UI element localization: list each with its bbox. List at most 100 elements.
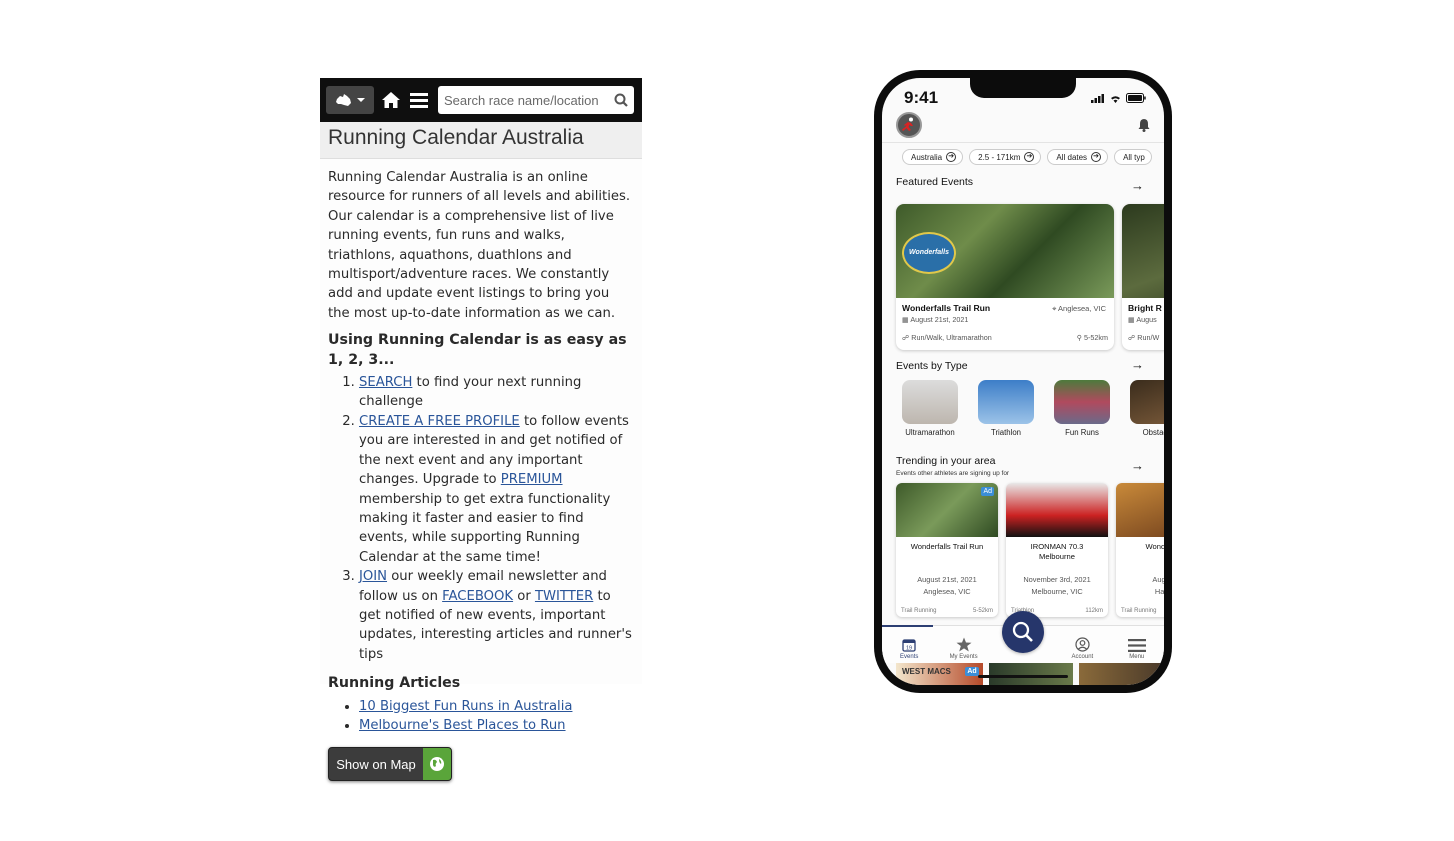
- event-date: August 2: [1152, 575, 1164, 584]
- twitter-link[interactable]: TWITTER: [535, 589, 593, 604]
- status-icons: [1091, 93, 1146, 103]
- event-location: Anglesea, VIC: [923, 587, 971, 596]
- types-text: Run/W: [1137, 333, 1160, 342]
- caret-down-icon: [357, 98, 365, 102]
- chip-label: Australia: [911, 152, 943, 162]
- event-location: Melbourne, VIC: [1031, 587, 1083, 596]
- arrow-right-icon: ➔: [1091, 152, 1102, 162]
- type-tile-obstacle[interactable]: Obstacle: [1130, 380, 1164, 437]
- strip-tile: [988, 663, 1074, 685]
- types-text: Run/Walk, Ultramarathon: [911, 333, 992, 342]
- filter-chip-types[interactable]: All typ: [1114, 149, 1152, 165]
- facebook-link[interactable]: FACEBOOK: [442, 589, 513, 604]
- event-photo: Wonderfalls: [896, 204, 1114, 298]
- event-meta: Trail Running: [1121, 608, 1164, 614]
- event-types: ☍ Run/W: [1128, 333, 1160, 342]
- create-profile-link[interactable]: CREATE A FREE PROFILE: [359, 414, 520, 429]
- article-item: Melbourne's Best Places to Run: [359, 716, 634, 735]
- menu-icon[interactable]: [408, 89, 430, 111]
- tab-account[interactable]: Account: [1057, 637, 1107, 660]
- event-meta: ☍ Run/Walk, Ultramarathon ⚲ 5-52km: [902, 333, 1108, 342]
- signal-icon: [1091, 93, 1104, 103]
- filter-chip-distance[interactable]: 2.5 - 171km ➔: [969, 149, 1042, 165]
- event-location: ⌖ Anglesea, VIC: [1052, 304, 1106, 313]
- featured-card[interactable]: Wonderfalls Wonderfalls Trail Run ⌖ Angl…: [896, 204, 1114, 350]
- event-name: Wonde Gran: [1145, 542, 1164, 551]
- step-item: JOIN our weekly email newsletter and fol…: [359, 567, 634, 664]
- tab-my-events[interactable]: My Events: [939, 637, 989, 660]
- articles-heading: Running Articles: [328, 675, 461, 692]
- type-image: [1054, 380, 1110, 424]
- show-on-map-button[interactable]: Show on Map: [328, 747, 452, 782]
- tab-menu[interactable]: Menu: [1112, 639, 1162, 660]
- country-selector[interactable]: [326, 86, 374, 114]
- filter-chip-dates[interactable]: All dates ➔: [1047, 149, 1109, 165]
- event-type: Trail Running: [1121, 608, 1157, 614]
- tab-label: Menu: [1129, 654, 1145, 660]
- filter-chip-location[interactable]: Australia ➔: [902, 149, 964, 165]
- distance-text: 5-52km: [1084, 333, 1108, 342]
- featured-see-all-icon[interactable]: →: [1131, 178, 1144, 193]
- event-distance: 5-52km: [972, 608, 993, 614]
- app-header: [896, 112, 1150, 138]
- search-icon[interactable]: [614, 93, 628, 107]
- type-label: Triathlon: [990, 428, 1022, 437]
- event-logo-badge: Wonderfalls: [902, 232, 956, 274]
- step-text: or: [513, 588, 535, 604]
- star-icon: [956, 637, 972, 652]
- premium-link[interactable]: PREMIUM: [501, 472, 563, 487]
- home-icon[interactable]: [380, 89, 402, 111]
- event-info: Bright R ▦ Augus ☍ Run/W: [1122, 298, 1164, 347]
- search-bar: [438, 86, 634, 114]
- strip-tile: WEST MACS Ad: [896, 663, 983, 685]
- event-date: August 21st, 2021: [917, 575, 977, 584]
- featured-card[interactable]: Bright R ▦ Augus ☍ Run/W: [1122, 204, 1164, 350]
- type-label: Obstacle: [1142, 428, 1164, 437]
- app-logo[interactable]: [896, 112, 922, 138]
- svg-text:19: 19: [906, 646, 912, 652]
- type-tile-triathlon[interactable]: Triathlon: [978, 380, 1034, 437]
- article-link[interactable]: Melbourne's Best Places to Run: [359, 718, 566, 733]
- trending-see-all-icon[interactable]: →: [1131, 458, 1144, 473]
- trending-card[interactable]: Ad Wonderfalls Trail Run August 21st, 20…: [896, 483, 998, 617]
- event-name: Wonderfalls Trail Run: [910, 542, 984, 551]
- ad-badge: Ad: [981, 487, 994, 496]
- event-distance: 112km: [1085, 608, 1103, 614]
- event-photo: [1122, 204, 1164, 298]
- tab-label: My Events: [949, 654, 978, 660]
- search-fab-button[interactable]: [1002, 611, 1044, 653]
- bell-icon[interactable]: [1138, 118, 1150, 132]
- howto-heading: Using Running Calendar is as easy as 1, …: [328, 332, 627, 368]
- type-image: [978, 380, 1034, 424]
- article-link[interactable]: 10 Biggest Fun Runs in Australia: [359, 699, 572, 714]
- site-content: Running Calendar Australia is an online …: [320, 159, 642, 782]
- ad-badge: Ad: [965, 667, 979, 676]
- event-location: Halls G: [1154, 587, 1164, 596]
- wifi-icon: [1111, 95, 1120, 103]
- divider: [882, 142, 1164, 143]
- search-link[interactable]: SEARCH: [359, 375, 412, 390]
- event-types: ☍ Run/Walk, Ultramarathon: [902, 333, 992, 342]
- trending-card[interactable]: Wonde Gran August 2 Halls G Trail Runnin…: [1116, 483, 1164, 617]
- strip-text: WEST MACS: [902, 667, 951, 676]
- date-text: August 21st, 2021: [910, 315, 969, 324]
- tab-events[interactable]: 19 Events: [884, 638, 934, 660]
- join-link[interactable]: JOIN: [359, 569, 387, 584]
- types-see-all-icon[interactable]: →: [1131, 357, 1144, 372]
- location-text: Anglesea, VIC: [1058, 304, 1106, 313]
- article-item: 10 Biggest Fun Runs in Australia: [359, 697, 634, 716]
- arrow-right-icon: ➔: [946, 152, 957, 162]
- event-date: November 3rd, 2021: [1023, 575, 1091, 584]
- event-distance: ⚲ 5-52km: [1076, 333, 1108, 342]
- event-meta: Trail Running 5-52km: [901, 608, 993, 614]
- trending-card[interactable]: IRONMAN 70.3 Melbourne November 3rd, 202…: [1006, 483, 1108, 617]
- phone-frame: 9:41 Australia ➔ 2.5 - 171km ➔ All dates ➔ …: [874, 70, 1172, 693]
- tab-label: Account: [1071, 654, 1094, 660]
- event-date: ▦ August 21st, 2021: [902, 315, 969, 324]
- type-tile-fun-runs[interactable]: Fun Runs: [1054, 380, 1110, 437]
- type-tile-ultramarathon[interactable]: Ultramarathon: [902, 380, 958, 437]
- notch: [970, 78, 1076, 98]
- search-input[interactable]: [444, 92, 609, 108]
- type-image: [902, 380, 958, 424]
- account-icon: [1075, 637, 1090, 652]
